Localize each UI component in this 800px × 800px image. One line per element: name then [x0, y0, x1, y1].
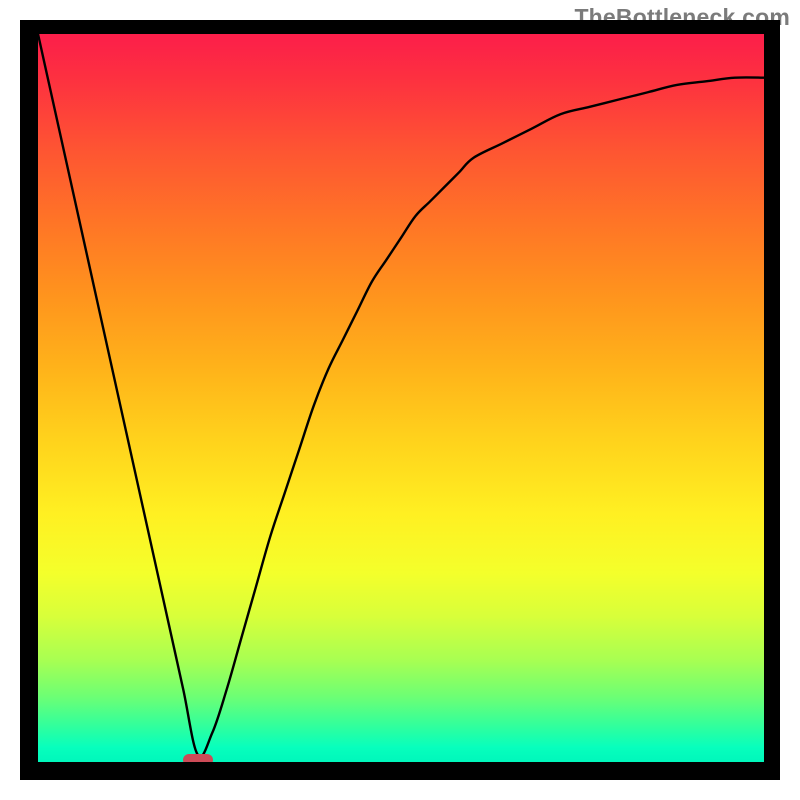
curve-svg — [38, 34, 764, 762]
plot-area — [38, 34, 764, 762]
chart-container: TheBottleneck.com — [0, 0, 800, 800]
optimal-marker — [183, 754, 213, 762]
plot-frame-border — [20, 20, 780, 780]
bottleneck-curve — [38, 34, 764, 757]
